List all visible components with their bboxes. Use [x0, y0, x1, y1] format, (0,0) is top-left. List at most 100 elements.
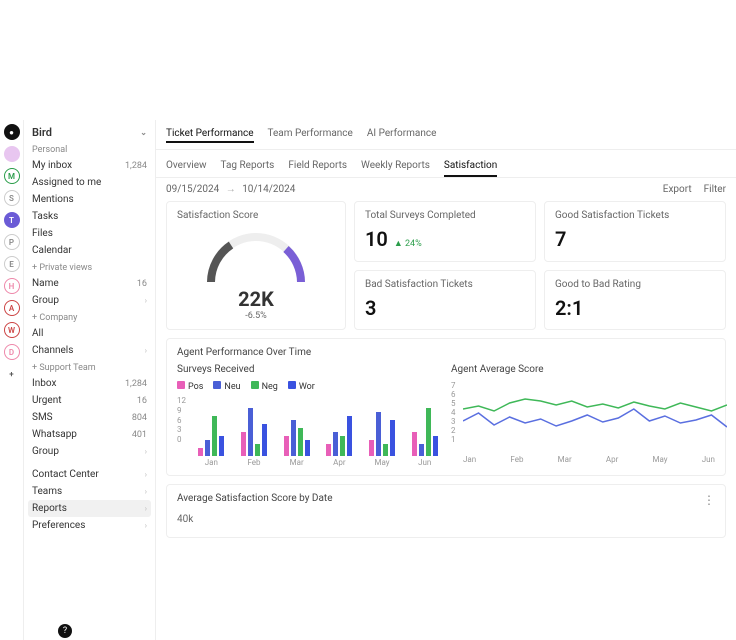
h-icon[interactable]: H — [4, 278, 20, 294]
sidebar-team-2[interactable]: SMS 804 — [28, 409, 151, 426]
nav-label: Files — [32, 228, 53, 239]
bar — [347, 416, 352, 456]
bar — [376, 412, 381, 456]
avatar[interactable] — [4, 146, 20, 162]
filter-button[interactable]: Filter — [704, 184, 726, 195]
sidebar-company-1[interactable]: Channels› — [28, 342, 151, 359]
nav-count: 804 — [132, 413, 147, 423]
sidebar-team-1[interactable]: Urgent16 — [28, 392, 151, 409]
kpi-card-1: Good Satisfaction Tickets7 — [544, 201, 726, 262]
nav-label: Channels — [32, 345, 73, 356]
a-icon[interactable]: A — [4, 300, 20, 316]
section-company[interactable]: + Company — [28, 309, 151, 325]
nav-label: Mentions — [32, 194, 74, 205]
tab-sub-2[interactable]: Field Reports — [288, 156, 347, 177]
p-icon[interactable]: P — [4, 234, 20, 250]
tab-top-2[interactable]: AI Performance — [367, 126, 437, 143]
nav-label: Name — [32, 278, 59, 289]
tab-sub-1[interactable]: Tag Reports — [221, 156, 275, 177]
gauge-title: Satisfaction Score — [177, 210, 258, 221]
nav-label: All — [32, 328, 43, 339]
m-icon[interactable]: M — [4, 168, 20, 184]
bar — [369, 440, 374, 456]
bar-chart: 129630 — [177, 396, 441, 456]
chevron-right-icon: › — [145, 521, 147, 530]
kpi-card-0: Total Surveys Completed 10 ▲ 24% — [354, 201, 536, 262]
sidebar-bottom-1[interactable]: Teams› — [28, 483, 151, 500]
nav-label: Group — [32, 295, 59, 306]
nav-label: Tasks — [32, 211, 58, 222]
sidebar-personal-3[interactable]: Tasks — [28, 208, 151, 225]
sidebar-team-4[interactable]: Group› — [28, 443, 151, 460]
sidebar-personal-4[interactable]: Files — [28, 225, 151, 242]
kpi-delta: ▲ 24% — [394, 239, 422, 249]
bar — [241, 432, 246, 456]
nav-count: 16 — [137, 279, 147, 289]
avg-title: Average Satisfaction Score by Date — [177, 493, 715, 504]
bar-group — [408, 408, 441, 456]
section-team[interactable]: + Support Team — [28, 359, 151, 375]
legend-item: Neu — [213, 381, 240, 392]
kpi-title: Total Surveys Completed — [365, 210, 525, 221]
app-root: ●MSTPEHAWD+ Bird ⌄ Personal My inbox1,28… — [0, 120, 736, 640]
bar — [205, 440, 210, 456]
sidebar-personal-5[interactable]: Calendar — [28, 242, 151, 259]
nav-label: Reports — [32, 503, 67, 514]
kpi-value: 10 — [365, 227, 388, 251]
gauge-value: 22K — [238, 287, 274, 311]
bar — [340, 436, 345, 456]
e-icon[interactable]: E — [4, 256, 20, 272]
legend-swatch — [288, 381, 296, 389]
t-icon[interactable]: T — [4, 212, 20, 228]
section-private[interactable]: + Private views — [28, 259, 151, 275]
bar-chart-panel: Surveys Received PosNeuNegWor 129630 Jan… — [177, 364, 441, 467]
bar-group — [280, 420, 313, 456]
export-button[interactable]: Export — [663, 184, 692, 195]
nav-label: Group — [32, 446, 59, 457]
legend-swatch — [177, 381, 185, 389]
sidebar-company-0[interactable]: All — [28, 325, 151, 342]
nav-label: Contact Center — [32, 469, 99, 480]
bar-group — [195, 416, 228, 456]
bar — [419, 444, 424, 456]
sidebar-bottom-3[interactable]: Preferences› — [28, 517, 151, 534]
bar-x-axis: JanFebMarAprMayJun — [177, 458, 441, 467]
more-icon[interactable]: ⋮ — [703, 493, 715, 507]
nav-label: Teams — [32, 486, 62, 497]
kpi-title: Bad Satisfaction Tickets — [365, 279, 525, 290]
s-icon[interactable]: S — [4, 190, 20, 206]
chevron-right-icon: › — [145, 296, 147, 305]
sidebar-private-1[interactable]: Group › — [28, 292, 151, 309]
sidebar-private-0[interactable]: Name 16 — [28, 275, 151, 292]
tab-sub-0[interactable]: Overview — [166, 156, 207, 177]
sidebar-personal-2[interactable]: Mentions — [28, 191, 151, 208]
sidebar-team-3[interactable]: Whatsapp401 — [28, 426, 151, 443]
add-icon[interactable]: + — [4, 366, 20, 382]
tab-top-1[interactable]: Team Performance — [268, 126, 353, 143]
w-icon[interactable]: W — [4, 322, 20, 338]
gauge-card: Satisfaction Score 22K -6.5% — [166, 201, 346, 330]
workspace-switcher[interactable]: Bird ⌄ — [28, 124, 151, 141]
help-icon[interactable]: ? — [58, 624, 72, 638]
nav-count: 1,284 — [125, 161, 147, 171]
logo[interactable]: ● — [4, 124, 20, 140]
bar-y-axis: 129630 — [177, 396, 186, 444]
sidebar-personal-0[interactable]: My inbox1,284 — [28, 157, 151, 174]
tab-top-0[interactable]: Ticket Performance — [166, 126, 254, 143]
bar-legend: PosNeuNegWor — [177, 381, 441, 392]
line-series — [463, 399, 727, 411]
bar — [255, 444, 260, 456]
kpi-value: 7 — [555, 227, 566, 251]
line-series — [463, 409, 727, 427]
date-range[interactable]: 09/15/2024 → 10/14/2024 — [166, 184, 295, 195]
nav-label: SMS — [32, 412, 53, 423]
sidebar-team-0[interactable]: Inbox1,284 — [28, 375, 151, 392]
line-chart-title: Agent Average Score — [451, 364, 715, 375]
sidebar-personal-1[interactable]: Assigned to me — [28, 174, 151, 191]
d-icon[interactable]: D — [4, 344, 20, 360]
tab-sub-4[interactable]: Satisfaction — [444, 156, 497, 177]
tab-sub-3[interactable]: Weekly Reports — [361, 156, 430, 177]
sidebar-bottom-0[interactable]: Contact Center› — [28, 466, 151, 483]
sidebar-bottom-2[interactable]: Reports› — [28, 500, 151, 517]
bar — [383, 444, 388, 456]
